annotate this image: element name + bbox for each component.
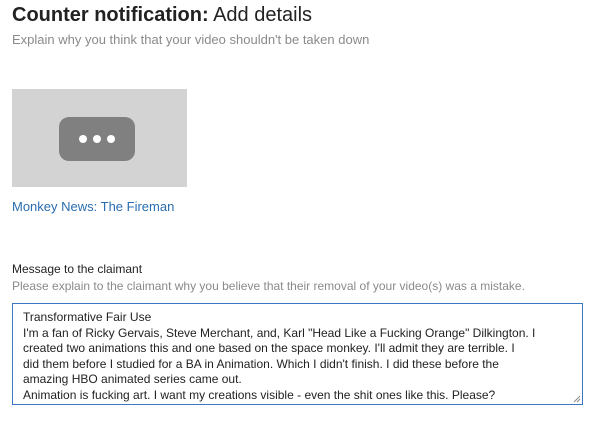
message-line: did them before I studied for a BA in An… bbox=[23, 356, 499, 371]
page-title-rest: Add details bbox=[208, 4, 313, 26]
page-title-bold: Counter notification: bbox=[12, 4, 209, 26]
message-line: I'm a fan of Ricky Gervais, Steve Mercha… bbox=[23, 325, 536, 340]
more-dots-icon bbox=[59, 117, 135, 161]
message-line: Animation is fucking art. I want my crea… bbox=[23, 387, 496, 402]
page-subtitle: Explain why you think that your video sh… bbox=[12, 32, 370, 47]
message-line: amazing HBO animated series came out. bbox=[23, 372, 242, 386]
message-textarea[interactable]: Transformative Fair Use I'm a fan of Ric… bbox=[12, 303, 583, 405]
dot bbox=[107, 135, 115, 143]
dot bbox=[93, 135, 101, 143]
video-title-link[interactable]: Monkey News: The Fireman bbox=[12, 199, 174, 215]
page-title: Counter notification: Add details bbox=[12, 3, 312, 27]
message-hint: Please explain to the claimant why you b… bbox=[12, 279, 525, 293]
resize-grip-icon[interactable] bbox=[573, 395, 581, 403]
video-thumbnail[interactable] bbox=[12, 89, 187, 187]
message-line: Transformative Fair Use bbox=[23, 310, 152, 324]
counter-notification-page: Counter notification: Add details Explai… bbox=[0, 0, 595, 426]
message-label: Message to the claimant bbox=[12, 262, 143, 276]
message-line: created two animations this and one base… bbox=[23, 341, 515, 355]
dot bbox=[79, 135, 87, 143]
